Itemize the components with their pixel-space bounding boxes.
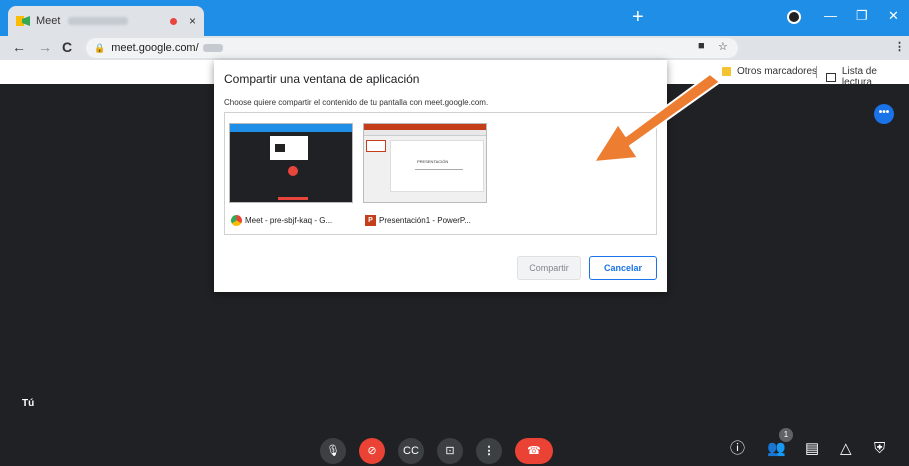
participant-count-badge: 1 bbox=[779, 428, 793, 442]
new-tab-button[interactable]: + bbox=[632, 6, 644, 28]
camera-in-use-icon[interactable]: ■ bbox=[698, 40, 705, 52]
mic-icon[interactable]: 🎙 bbox=[320, 438, 346, 464]
powerpoint-icon: P bbox=[365, 215, 376, 226]
more-options-icon[interactable]: ••• bbox=[874, 104, 894, 124]
chat-icon[interactable]: ▤ bbox=[805, 440, 819, 458]
url-text: meet.google.com bbox=[111, 42, 196, 54]
address-bar[interactable]: 🔒 meet.google.com / bbox=[86, 38, 738, 58]
camera-off-icon[interactable]: ⊘ bbox=[359, 438, 385, 464]
url-path-redacted bbox=[202, 44, 223, 52]
profile-avatar-icon[interactable] bbox=[787, 10, 801, 24]
minimize-icon[interactable]: — bbox=[824, 8, 837, 23]
captions-icon[interactable]: CC bbox=[398, 438, 424, 464]
forward-icon[interactable]: → bbox=[38, 39, 52, 55]
dialog-subtitle: Choose quiere compartir el contenido de … bbox=[224, 98, 489, 107]
share-button[interactable]: Compartir bbox=[517, 256, 581, 280]
present-icon[interactable]: ⊡ bbox=[437, 438, 463, 464]
bookmark-star-icon[interactable]: ☆ bbox=[718, 40, 728, 53]
browser-tab-meet[interactable]: Meet × bbox=[8, 6, 204, 36]
reading-list-icon bbox=[826, 72, 836, 82]
chrome-icon bbox=[231, 215, 242, 226]
chrome-menu-icon[interactable]: ⋮ bbox=[894, 40, 905, 53]
ppt-slide-preview: PRESENTACIÓN bbox=[390, 140, 484, 192]
bookmark-other-label: Otros marcadores bbox=[737, 66, 818, 77]
window-label-powerpoint: Presentación1 - PowerP... bbox=[379, 216, 471, 225]
meet-favicon-icon bbox=[16, 16, 30, 26]
restore-icon[interactable]: ❐ bbox=[856, 8, 868, 24]
activities-icon[interactable]: △ bbox=[840, 440, 852, 458]
lock-icon: 🔒 bbox=[94, 42, 106, 53]
self-view-label: Tú bbox=[22, 398, 35, 409]
cancel-button[interactable]: Cancelar bbox=[589, 256, 657, 280]
reload-icon[interactable]: C bbox=[62, 39, 72, 55]
more-vert-icon[interactable]: ⋮ bbox=[476, 438, 502, 464]
annotation-arrow-icon bbox=[593, 74, 721, 163]
hangup-icon[interactable]: ☎ bbox=[515, 438, 553, 464]
back-icon[interactable]: ← bbox=[12, 39, 26, 55]
browser-titlebar: Meet × + — ❐ ✕ bbox=[0, 0, 909, 36]
window-item-powerpoint[interactable]: P Presentación1 - PowerP... bbox=[365, 215, 471, 226]
ppt-slide-title: PRESENTACIÓN bbox=[417, 159, 449, 164]
bookmarks-separator bbox=[816, 66, 817, 78]
tab-title: Meet bbox=[36, 15, 61, 27]
info-icon[interactable]: ⓘ bbox=[730, 440, 745, 458]
tab-close-icon[interactable]: × bbox=[189, 14, 196, 28]
window-thumbnail-powerpoint[interactable]: PRESENTACIÓN bbox=[363, 123, 487, 203]
browser-toolbar: ← → C 🔒 meet.google.com / ■ ☆ ⋮ bbox=[0, 36, 909, 60]
url-separator: / bbox=[195, 42, 199, 54]
window-label-meet: Meet - pre-sbjf-kaq - G... bbox=[245, 216, 333, 225]
people-icon[interactable]: 👥 bbox=[767, 440, 786, 458]
window-close-icon[interactable]: ✕ bbox=[888, 8, 899, 24]
window-thumbnail-meet[interactable] bbox=[229, 123, 353, 203]
bookmark-other[interactable]: Otros marcadores bbox=[722, 66, 817, 77]
dialog-title: Compartir una ventana de aplicación bbox=[224, 72, 420, 86]
window-item-meet[interactable]: Meet - pre-sbjf-kaq - G... bbox=[231, 215, 332, 226]
recording-indicator-icon bbox=[169, 17, 177, 25]
host-controls-icon[interactable]: ⛨ bbox=[874, 440, 885, 458]
tab-title-redacted bbox=[68, 17, 129, 25]
